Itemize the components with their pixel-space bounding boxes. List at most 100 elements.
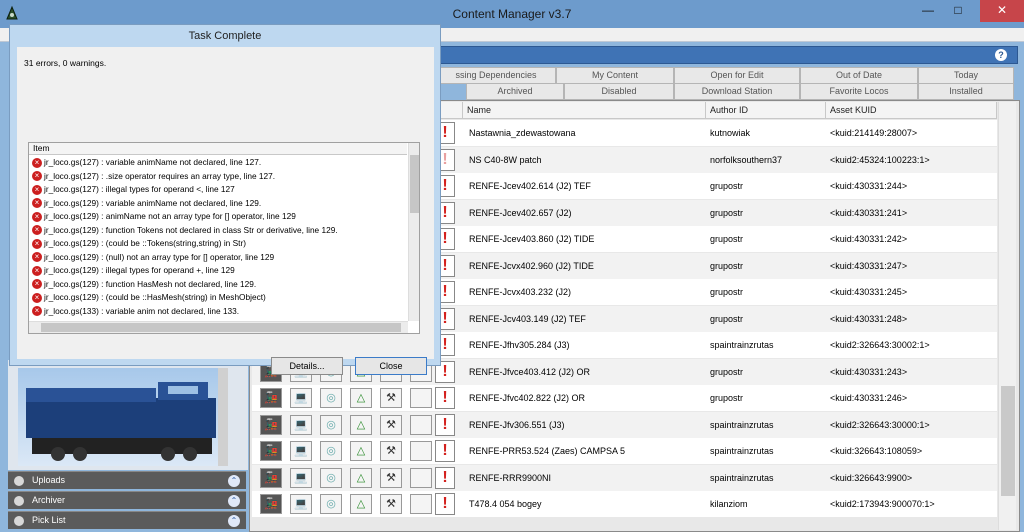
disc-icon[interactable]: ◎ [320, 467, 342, 488]
error-item[interactable]: × jr_loco.gs(127) : .size operator requir… [32, 171, 275, 183]
tools-icon[interactable]: ⚒ [380, 388, 402, 408]
disc-icon[interactable]: ◎ [320, 388, 342, 408]
asset-kuid: <kuid:326643:9900> [830, 472, 913, 483]
train-icon[interactable]: 🚂 [260, 494, 282, 514]
error-item[interactable]: × jr_loco.gs(127) : illegal types for ope… [32, 184, 235, 196]
error-status-icon[interactable]: ! [435, 413, 455, 436]
blank-icon[interactable] [410, 414, 432, 435]
tools-icon[interactable]: ⚒ [380, 467, 402, 488]
asset-name: RENFE-Jcev403.860 (J2) TIDE [469, 234, 595, 244]
accordion-label: Uploads [32, 475, 66, 485]
tab-0[interactable]: ssing Dependencies [436, 67, 556, 84]
laptop-icon[interactable]: 💻 [290, 388, 312, 408]
error-status-icon[interactable]: ! [435, 387, 455, 409]
asset-author: grupostr [710, 287, 744, 297]
train-icon[interactable]: 🚂 [260, 467, 282, 488]
triangle-icon[interactable]: △ [350, 441, 372, 461]
error-text: jr_loco.gs(129) : (null) not an array ty… [44, 251, 275, 262]
accordion-uploads[interactable]: Uploads ⌃ [8, 471, 246, 489]
tab-row2-3[interactable]: Favorite Locos [800, 83, 918, 100]
expand-chevron-icon[interactable]: ⌃ [228, 515, 240, 527]
triangle-icon[interactable]: △ [350, 414, 372, 435]
error-item[interactable]: × jr_loco.gs(129) : function HasMesh not … [32, 279, 256, 291]
tools-icon[interactable]: ⚒ [380, 414, 402, 435]
close-dialog-button[interactable]: Close [355, 357, 427, 375]
blank-icon[interactable] [410, 388, 432, 408]
train-icon[interactable]: 🚂 [260, 388, 282, 408]
error-item[interactable]: × jr_loco.gs(127) : variable animName not… [32, 157, 261, 169]
asset-kuid: <kuid2:326643:30002:1> [830, 340, 930, 350]
asset-author: spaintrainzrutas [710, 446, 774, 456]
table-row[interactable]: 🚂 💻 ◎ △ ⚒! RENFE-PRR53.524 (Zaes) CAMPSA 5 spa… [252, 438, 997, 464]
error-list-hscroll[interactable] [29, 321, 408, 333]
accordion-pick-list[interactable]: Pick List ⌃ [8, 511, 246, 529]
tab-4[interactable]: Today [918, 67, 1014, 84]
expand-chevron-icon[interactable]: ⌃ [228, 475, 240, 487]
laptop-icon[interactable]: 💻 [290, 467, 312, 488]
tab-3[interactable]: Out of Date [800, 67, 918, 84]
error-status-icon[interactable]: ! [435, 493, 455, 515]
error-status-icon[interactable]: ! [435, 440, 455, 462]
error-item[interactable]: × jr_loco.gs(129) : function Tokens not d… [32, 225, 338, 237]
disc-icon[interactable]: ◎ [320, 441, 342, 461]
error-list-vscroll-thumb[interactable] [410, 155, 419, 213]
asset-author: spaintrainzrutas [710, 472, 774, 483]
error-list-vscroll[interactable] [408, 143, 419, 321]
disc-icon[interactable]: ◎ [320, 414, 342, 435]
close-window-button[interactable]: ✕ [980, 0, 1024, 22]
error-list: Item × jr_loco.gs(127) : variable animNam… [28, 142, 420, 334]
maximize-button[interactable]: □ [945, 0, 971, 22]
error-item[interactable]: × jr_loco.gs(133) : variable anim not dec… [32, 306, 239, 318]
asset-author: grupostr [710, 260, 744, 271]
details-button[interactable]: Details... [271, 357, 343, 375]
tab-1[interactable]: My Content [556, 67, 674, 84]
tab-row2-2[interactable]: Download Station [674, 83, 800, 100]
error-item[interactable]: × jr_loco.gs(129) : (could be ::HasMesh(s… [32, 292, 266, 304]
laptop-icon[interactable]: 💻 [290, 494, 312, 514]
train-icon[interactable]: 🚂 [260, 414, 282, 435]
table-row[interactable]: 🚂 💻 ◎ △ ⚒! RENFE-Jfv306.551 (J3) spaintrainzru… [252, 411, 997, 438]
train-icon[interactable]: 🚂 [260, 441, 282, 461]
author-column-header[interactable]: Author ID [706, 102, 826, 119]
expand-chevron-icon[interactable]: ⌃ [228, 495, 240, 507]
blank-icon[interactable] [410, 494, 432, 514]
tools-icon[interactable]: ⚒ [380, 494, 402, 514]
asset-name: RENFE-Jcev402.614 (J2) TEF [469, 181, 591, 191]
error-status-icon[interactable]: ! [435, 466, 455, 489]
tab-2[interactable]: Open for Edit [674, 67, 800, 84]
tools-icon[interactable]: ⚒ [380, 441, 402, 461]
error-text: jr_loco.gs(129) : function HasMesh not d… [44, 278, 257, 289]
triangle-icon[interactable]: △ [350, 467, 372, 488]
tab-row2-4[interactable]: Installed [918, 83, 1014, 100]
error-item[interactable]: × jr_loco.gs(129) : illegal types for ope… [32, 265, 235, 277]
disc-icon[interactable]: ◎ [320, 494, 342, 514]
minimize-button[interactable]: — [915, 0, 941, 22]
error-item[interactable]: × jr_loco.gs(129) : variable animName not… [32, 198, 261, 210]
tab-row2-1[interactable]: Disabled [564, 83, 674, 100]
table-row[interactable]: 🚂 💻 ◎ △ ⚒! RENFE-RRR9900NI spaintrainzrutas <ku… [252, 464, 997, 491]
error-item[interactable]: × jr_loco.gs(129) : (could be ::Tokens(st… [32, 238, 246, 250]
error-list-header[interactable]: Item [29, 143, 407, 155]
blank-icon[interactable] [410, 467, 432, 488]
error-item[interactable]: × jr_loco.gs(129) : (null) not an array t… [32, 252, 274, 264]
triangle-icon[interactable]: △ [350, 388, 372, 408]
asset-name: RENFE-Jcvx403.232 (J2) [469, 287, 572, 297]
blank-icon[interactable] [410, 441, 432, 461]
list-scroll-thumb[interactable] [1001, 386, 1015, 496]
error-item[interactable]: × jr_loco.gs(129) : animName not an array… [32, 211, 296, 223]
kuid-column-header[interactable]: Asset KUID [826, 102, 997, 119]
tab-row2-0[interactable]: Archived [466, 83, 564, 100]
laptop-icon[interactable]: 💻 [290, 441, 312, 461]
accordion-archiver[interactable]: Archiver ⌃ [8, 491, 246, 509]
table-row[interactable]: 🚂 💻 ◎ △ ⚒! T478.4 054 bogey kilanziom <kuid2:17… [252, 491, 997, 517]
error-text: jr_loco.gs(127) : variable animName not … [44, 157, 262, 167]
list-scrollbar[interactable] [998, 102, 1016, 530]
table-row[interactable]: 🚂 💻 ◎ △ ⚒! RENFE-Jfvc402.822 (J2) OR grupostr <… [252, 385, 997, 411]
asset-kuid: <kuid:430331:247> [830, 260, 908, 271]
error-list-hscroll-thumb[interactable] [41, 323, 401, 332]
help-icon[interactable]: ? [995, 49, 1007, 61]
triangle-icon[interactable]: △ [350, 494, 372, 514]
laptop-icon[interactable]: 💻 [290, 414, 312, 435]
name-column-header[interactable]: Name [463, 102, 706, 119]
asset-kuid: <kuid:430331:248> [830, 313, 908, 324]
